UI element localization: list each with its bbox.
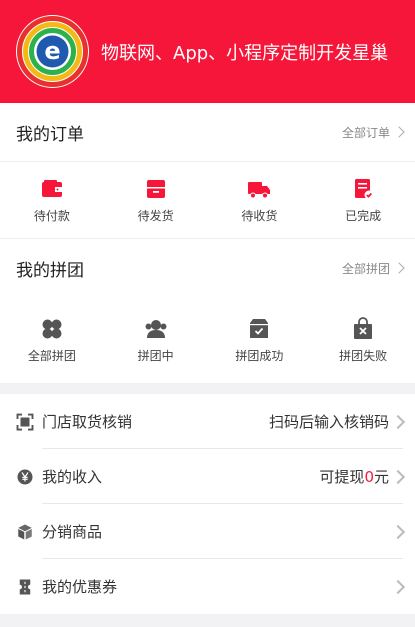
chevron-right-icon — [393, 262, 405, 274]
chevron-right-icon — [390, 524, 406, 539]
cube-icon — [18, 524, 32, 539]
group-failed-label: 拼团失败 — [339, 348, 388, 363]
logo-icon: e — [17, 16, 88, 87]
store-pickup-verify-hint: 扫码后输入核销码 — [268, 413, 389, 431]
users-icon — [145, 319, 167, 338]
brand-logo: e — [16, 15, 89, 88]
group-all[interactable]: 全部拼团 — [0, 297, 104, 383]
group-failed[interactable]: 拼团失败 — [311, 297, 415, 383]
store-pickup-verify-label: 门店取货核销 — [42, 413, 133, 431]
logo-letter: e — [44, 37, 60, 65]
withdrawable-amount: 0 — [364, 467, 374, 486]
order-pending-receipt-label: 待收货 — [241, 208, 278, 223]
menu-list: 门店取货核销 扫码后输入核销码 我的收入 可提现 0 元 分销商品 我的优惠券 — [0, 394, 415, 614]
order-completed[interactable]: 已完成 — [311, 162, 415, 238]
distribution-goods-label: 分销商品 — [42, 523, 103, 541]
truck-icon — [248, 181, 271, 198]
distribution-goods-row[interactable]: 分销商品 — [0, 504, 415, 559]
all-groups-link[interactable]: 全部拼团 — [341, 260, 405, 277]
order-completed-label: 已完成 — [345, 208, 382, 223]
chevron-right-icon — [390, 414, 406, 429]
order-pending-payment-label: 待付款 — [33, 208, 70, 223]
order-status-grid: 待付款 待发货 待收货 已完成 — [0, 162, 415, 238]
wallet-icon — [41, 179, 62, 197]
package-icon — [146, 179, 165, 198]
scan-icon — [16, 413, 34, 430]
groups-title: 我的拼团 — [16, 260, 84, 281]
all-orders-link[interactable]: 全部订单 — [341, 124, 405, 141]
group-in-progress-label: 拼团中 — [137, 348, 174, 363]
group-all-label: 全部拼团 — [27, 348, 76, 363]
orders-section: 我的订单 全部订单 待付款 待发货 待收货 已完成 我的拼团 全部拼团 全部拼团… — [0, 103, 415, 383]
order-pending-payment[interactable]: 待付款 — [0, 162, 104, 238]
all-orders-label: 全部订单 — [341, 125, 390, 140]
group-success-label: 拼团成功 — [235, 348, 284, 363]
my-coupons-label: 我的优惠券 — [42, 578, 118, 596]
yen-icon — [17, 469, 33, 484]
store-pickup-verify-row[interactable]: 门店取货核销 扫码后输入核销码 — [0, 394, 415, 449]
box-check-icon — [250, 318, 269, 338]
all-groups-label: 全部拼团 — [341, 261, 390, 276]
withdrawable-prefix: 可提现 — [319, 468, 365, 486]
bag-x-icon — [354, 316, 373, 339]
receipt-done-icon — [355, 178, 374, 199]
group-status-grid: 全部拼团 拼团中 拼团成功 拼团失败 — [0, 297, 415, 383]
my-income-row[interactable]: 我的收入 可提现 0 元 — [0, 449, 415, 504]
clover-icon — [42, 319, 62, 338]
coupon-icon — [19, 579, 31, 594]
page-title: 物联网、App、小程序定制开发星巢 — [101, 42, 389, 64]
group-in-progress[interactable]: 拼团中 — [104, 297, 208, 383]
chevron-right-icon — [390, 469, 406, 484]
my-income-label: 我的收入 — [42, 468, 103, 486]
groups-header: 我的拼团 全部拼团 — [0, 239, 415, 297]
withdrawable-unit: 元 — [373, 468, 389, 486]
profile-header: e 物联网、App、小程序定制开发星巢 — [0, 0, 415, 103]
chevron-right-icon — [390, 579, 406, 594]
chevron-right-icon — [393, 126, 405, 138]
order-pending-receipt[interactable]: 待收货 — [208, 162, 312, 238]
group-success[interactable]: 拼团成功 — [208, 297, 312, 383]
orders-title: 我的订单 — [16, 124, 84, 145]
order-pending-shipment[interactable]: 待发货 — [104, 162, 208, 238]
my-coupons-row[interactable]: 我的优惠券 — [0, 559, 415, 614]
orders-header: 我的订单 全部订单 — [0, 103, 415, 162]
order-pending-shipment-label: 待发货 — [137, 208, 174, 223]
